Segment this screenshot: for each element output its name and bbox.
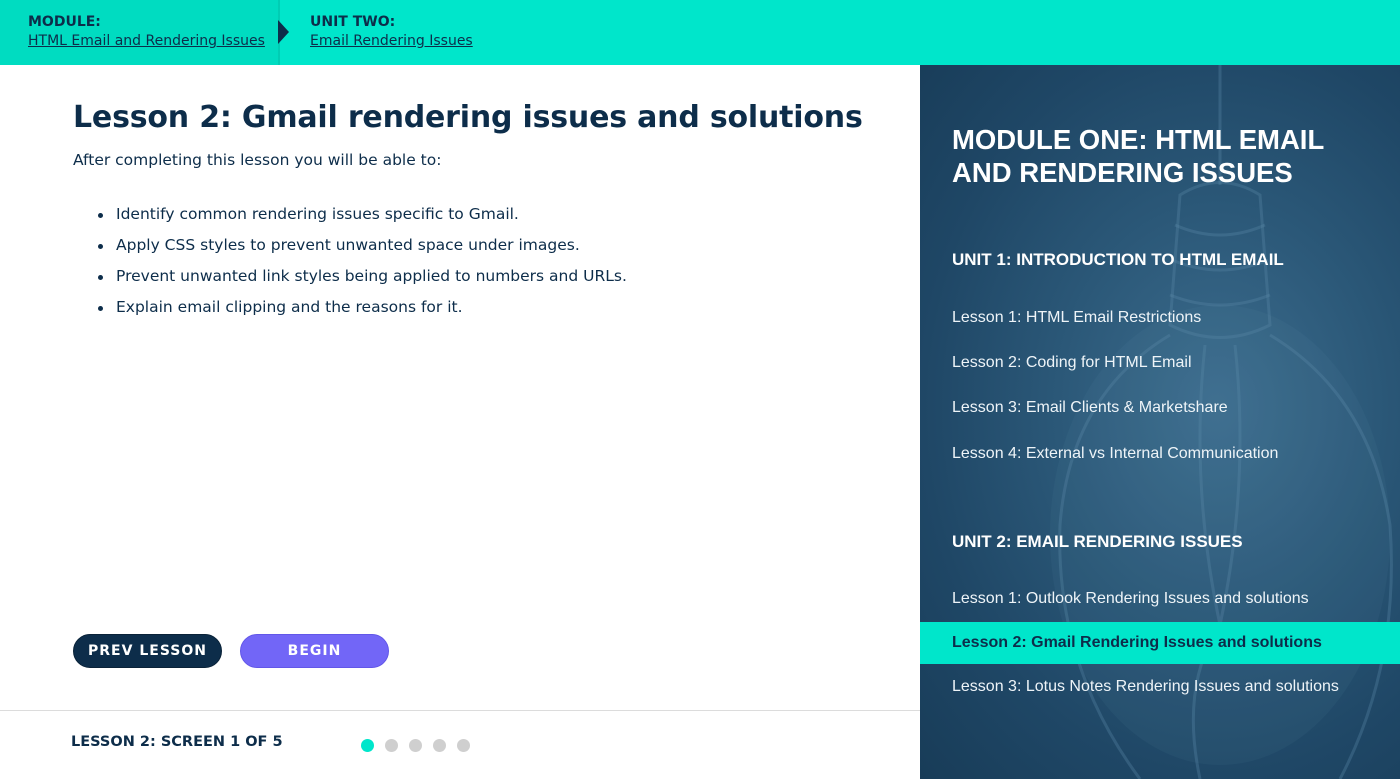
screen-progress-dots [361, 739, 470, 752]
objective-item: Prevent unwanted link styles being appli… [96, 267, 627, 298]
progress-dot-5[interactable] [457, 739, 470, 752]
sidebar-lesson-link[interactable]: Lesson 3: Lotus Notes Rendering Issues a… [952, 678, 1339, 696]
sidebar-module-title: MODULE ONE: HTML EMAIL AND RENDERING ISS… [952, 124, 1324, 188]
sidebar-lesson-link[interactable]: Lesson 3: Email Clients & Marketshare [952, 399, 1228, 417]
prev-lesson-button[interactable]: PREV LESSON [73, 634, 222, 668]
sidebar-lesson-link[interactable]: Lesson 4: External vs Internal Communica… [952, 445, 1278, 463]
lesson-title: Lesson 2: Gmail rendering issues and sol… [73, 100, 863, 135]
breadcrumb-bar: MODULE: HTML Email and Rendering Issues … [0, 0, 1400, 65]
breadcrumb-arrow-icon [278, 20, 289, 44]
footer-divider [0, 710, 920, 711]
begin-button[interactable]: BEGIN [240, 634, 389, 668]
objectives-list: Identify common rendering issues specifi… [96, 205, 627, 329]
lesson-intro: After completing this lesson you will be… [73, 151, 442, 169]
progress-dot-1[interactable] [361, 739, 374, 752]
progress-dot-4[interactable] [433, 739, 446, 752]
sidebar-lesson-link[interactable]: Lesson 2: Coding for HTML Email [952, 354, 1192, 372]
breadcrumb-unit-heading: UNIT TWO: [310, 14, 396, 30]
screen-progress-label: LESSON 2: SCREEN 1 OF 5 [71, 734, 283, 750]
objective-item: Identify common rendering issues specifi… [96, 205, 627, 236]
progress-dot-3[interactable] [409, 739, 422, 752]
breadcrumb-unit-link[interactable]: Email Rendering Issues [310, 33, 473, 49]
breadcrumb-module-link[interactable]: HTML Email and Rendering Issues [28, 33, 265, 49]
sidebar-unit-heading: UNIT 2: EMAIL RENDERING ISSUES [952, 532, 1243, 551]
objective-item: Explain email clipping and the reasons f… [96, 298, 627, 329]
sidebar-unit-heading: UNIT 1: INTRODUCTION TO HTML EMAIL [952, 250, 1284, 269]
sidebar-lesson-link[interactable]: Lesson 1: HTML Email Restrictions [952, 309, 1201, 327]
progress-dot-2[interactable] [385, 739, 398, 752]
objective-item: Apply CSS styles to prevent unwanted spa… [96, 236, 627, 267]
module-navigation-sidebar: MODULE ONE: HTML EMAIL AND RENDERING ISS… [920, 65, 1400, 779]
sidebar-lesson-link-active[interactable]: Lesson 2: Gmail Rendering Issues and sol… [952, 634, 1322, 652]
breadcrumb-module-heading: MODULE: [28, 14, 101, 30]
sidebar-lesson-link[interactable]: Lesson 1: Outlook Rendering Issues and s… [952, 590, 1309, 608]
